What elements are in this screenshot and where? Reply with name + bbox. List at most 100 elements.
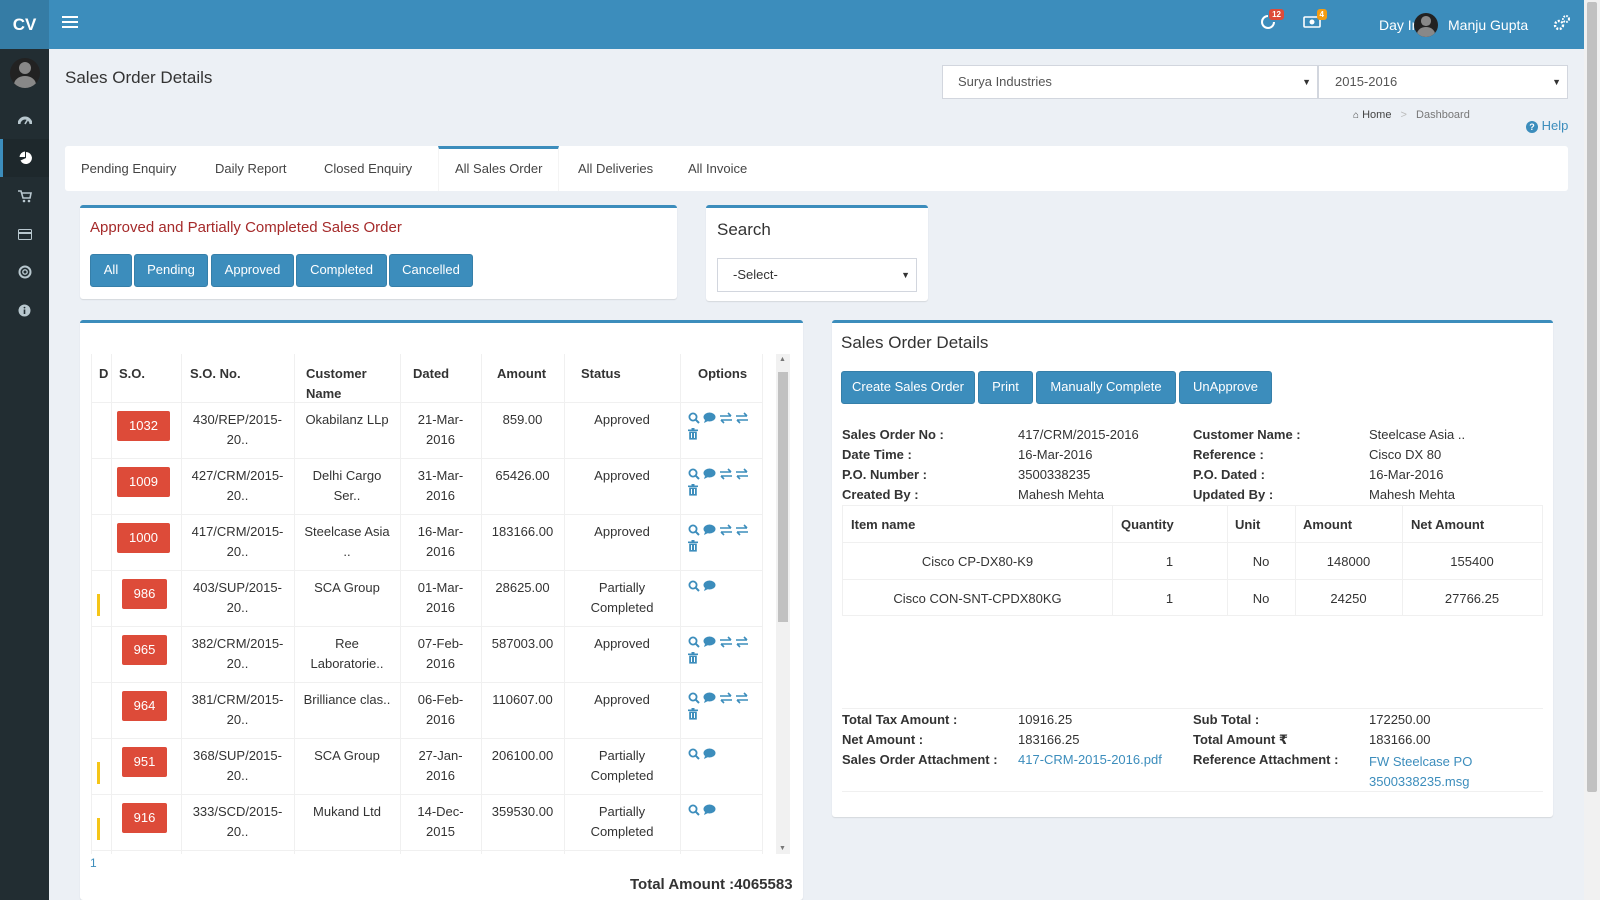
total-amount-label: Total Amount ₹	[1193, 732, 1288, 747]
question-circle-icon: ?	[1526, 121, 1538, 133]
filter-completed-button[interactable]: Completed	[296, 254, 387, 287]
amount-cell: 859.00	[502, 412, 543, 427]
item-table: Item name Quantity Unit Amount Net Amoun…	[842, 505, 1543, 616]
customer-cell: Mukand Ltd	[313, 804, 381, 819]
pagination-page-1[interactable]: 1	[90, 856, 97, 870]
comment-icon[interactable]	[703, 804, 716, 819]
trash-icon[interactable]	[688, 484, 698, 499]
exchange-icon[interactable]	[719, 692, 733, 707]
so-badge[interactable]: 951	[122, 747, 167, 777]
user-avatar[interactable]	[1414, 13, 1438, 37]
exchange-icon[interactable]	[735, 412, 749, 427]
comment-icon[interactable]	[703, 692, 716, 707]
sidebar-item-info[interactable]	[0, 291, 49, 329]
settings-gears-icon[interactable]	[1553, 14, 1571, 32]
so-badge[interactable]: 1000	[117, 523, 170, 553]
search-icon[interactable]	[688, 580, 700, 595]
trash-icon[interactable]	[688, 428, 698, 443]
table-scrollbar[interactable]: ▲ ▼	[776, 354, 790, 854]
sidebar-item-support[interactable]	[0, 253, 49, 291]
tab-closed-enquiry[interactable]: Closed Enquiry	[308, 146, 428, 191]
detail-left-label-1: Date Time :	[842, 447, 912, 462]
exchange-icon[interactable]	[735, 692, 749, 707]
search-icon[interactable]	[688, 804, 700, 819]
exchange-icon[interactable]	[719, 636, 733, 651]
comment-icon[interactable]	[703, 468, 716, 483]
tab-all-invoice[interactable]: All Invoice	[672, 146, 763, 191]
create-sales-order-button[interactable]: Create Sales Order	[841, 371, 975, 404]
so-badge[interactable]: 916	[122, 803, 167, 833]
trash-icon[interactable]	[688, 708, 698, 723]
exchange-icon[interactable]	[719, 524, 733, 539]
detail-right-value-2: 16-Mar-2016	[1369, 467, 1444, 482]
filter-approved-button[interactable]: Approved	[211, 254, 294, 287]
exchange-icon[interactable]	[735, 524, 749, 539]
search-icon[interactable]	[688, 468, 700, 483]
dated-cell: 01-Mar-2016	[417, 580, 464, 615]
so-badge[interactable]: 1032	[117, 411, 170, 441]
search-icon[interactable]	[688, 636, 700, 651]
item-col-quantity: Quantity	[1121, 517, 1174, 532]
chevron-down-icon: ▼	[1552, 77, 1561, 87]
detail-right-label-3: Updated By :	[1193, 487, 1274, 502]
customer-cell: SCA Group	[314, 748, 380, 763]
search-select[interactable]: -Select- ▼	[717, 258, 917, 292]
sidebar-item-reports[interactable]	[0, 139, 49, 177]
filter-all-button[interactable]: All	[90, 254, 132, 287]
company-select[interactable]: Surya Industries ▼	[942, 65, 1318, 99]
sidebar-item-payments[interactable]	[0, 215, 49, 253]
sidebar-item-dashboard[interactable]	[0, 101, 49, 139]
comment-icon[interactable]	[703, 524, 716, 539]
comment-icon[interactable]	[703, 748, 716, 763]
manually-complete-button[interactable]: Manually Complete	[1036, 371, 1176, 404]
filter-pending-button[interactable]: Pending	[134, 254, 208, 287]
sales-order-attachment-link[interactable]: 417-CRM-2015-2016.pdf	[1018, 752, 1162, 767]
partial-flag-indicator	[97, 818, 100, 840]
item-col-unit: Unit	[1235, 517, 1261, 532]
app-logo[interactable]: CV	[0, 0, 49, 49]
comment-icon[interactable]	[703, 412, 716, 427]
exchange-icon[interactable]	[719, 412, 733, 427]
breadcrumb-home[interactable]: Home	[1362, 109, 1391, 121]
search-icon[interactable]	[688, 412, 700, 427]
so-badge[interactable]: 964	[122, 691, 167, 721]
refresh-notification-icon[interactable]: 12	[1260, 9, 1284, 32]
search-icon[interactable]	[688, 524, 700, 539]
tab-all-sales-order[interactable]: All Sales Order	[438, 146, 560, 191]
filter-cancelled-button[interactable]: Cancelled	[389, 254, 473, 287]
exchange-icon[interactable]	[735, 636, 749, 651]
cash-icon[interactable]: 4	[1303, 9, 1327, 32]
amount-cell: 183166.00	[491, 524, 554, 539]
comment-icon[interactable]	[703, 636, 716, 651]
search-icon[interactable]	[688, 692, 700, 707]
dated-cell: 07-Feb-2016	[417, 636, 464, 671]
dated-cell: 27-Jan-2016	[418, 748, 463, 783]
exchange-icon[interactable]	[719, 468, 733, 483]
tab-all-deliveries[interactable]: All Deliveries	[562, 146, 669, 191]
amount-cell: 587003.00	[491, 636, 554, 651]
so-badge[interactable]: 965	[122, 635, 167, 665]
search-icon[interactable]	[688, 748, 700, 763]
menu-toggle-icon[interactable]	[62, 13, 78, 33]
tab-daily-report[interactable]: Daily Report	[199, 146, 303, 191]
print-button[interactable]: Print	[978, 371, 1033, 404]
status-cell: Partially Completed	[590, 748, 654, 783]
total-amount-value: 183166.00	[1369, 732, 1431, 747]
sidebar-user-avatar[interactable]	[10, 58, 40, 88]
unapprove-button[interactable]: UnApprove	[1179, 371, 1272, 404]
help-link[interactable]: ? Help	[1526, 118, 1568, 133]
trash-icon[interactable]	[688, 652, 698, 667]
user-name[interactable]: Manju Gupta	[1448, 17, 1528, 33]
comment-icon[interactable]	[703, 580, 716, 595]
page-scrollbar[interactable]	[1584, 0, 1600, 900]
exchange-icon[interactable]	[735, 468, 749, 483]
amount-cell: 65426.00	[495, 468, 550, 483]
trash-icon[interactable]	[688, 540, 698, 555]
sidebar-item-orders[interactable]	[0, 177, 49, 215]
col-header-so-no: S.O. No.	[190, 366, 241, 381]
financial-year-select[interactable]: 2015-2016 ▼	[1318, 65, 1568, 99]
reference-attachment-link[interactable]: FW Steelcase PO 3500338235.msg	[1369, 752, 1472, 792]
so-badge[interactable]: 1009	[117, 467, 170, 497]
so-badge[interactable]: 986	[122, 579, 167, 609]
tab-pending-enquiry[interactable]: Pending Enquiry	[65, 146, 192, 191]
